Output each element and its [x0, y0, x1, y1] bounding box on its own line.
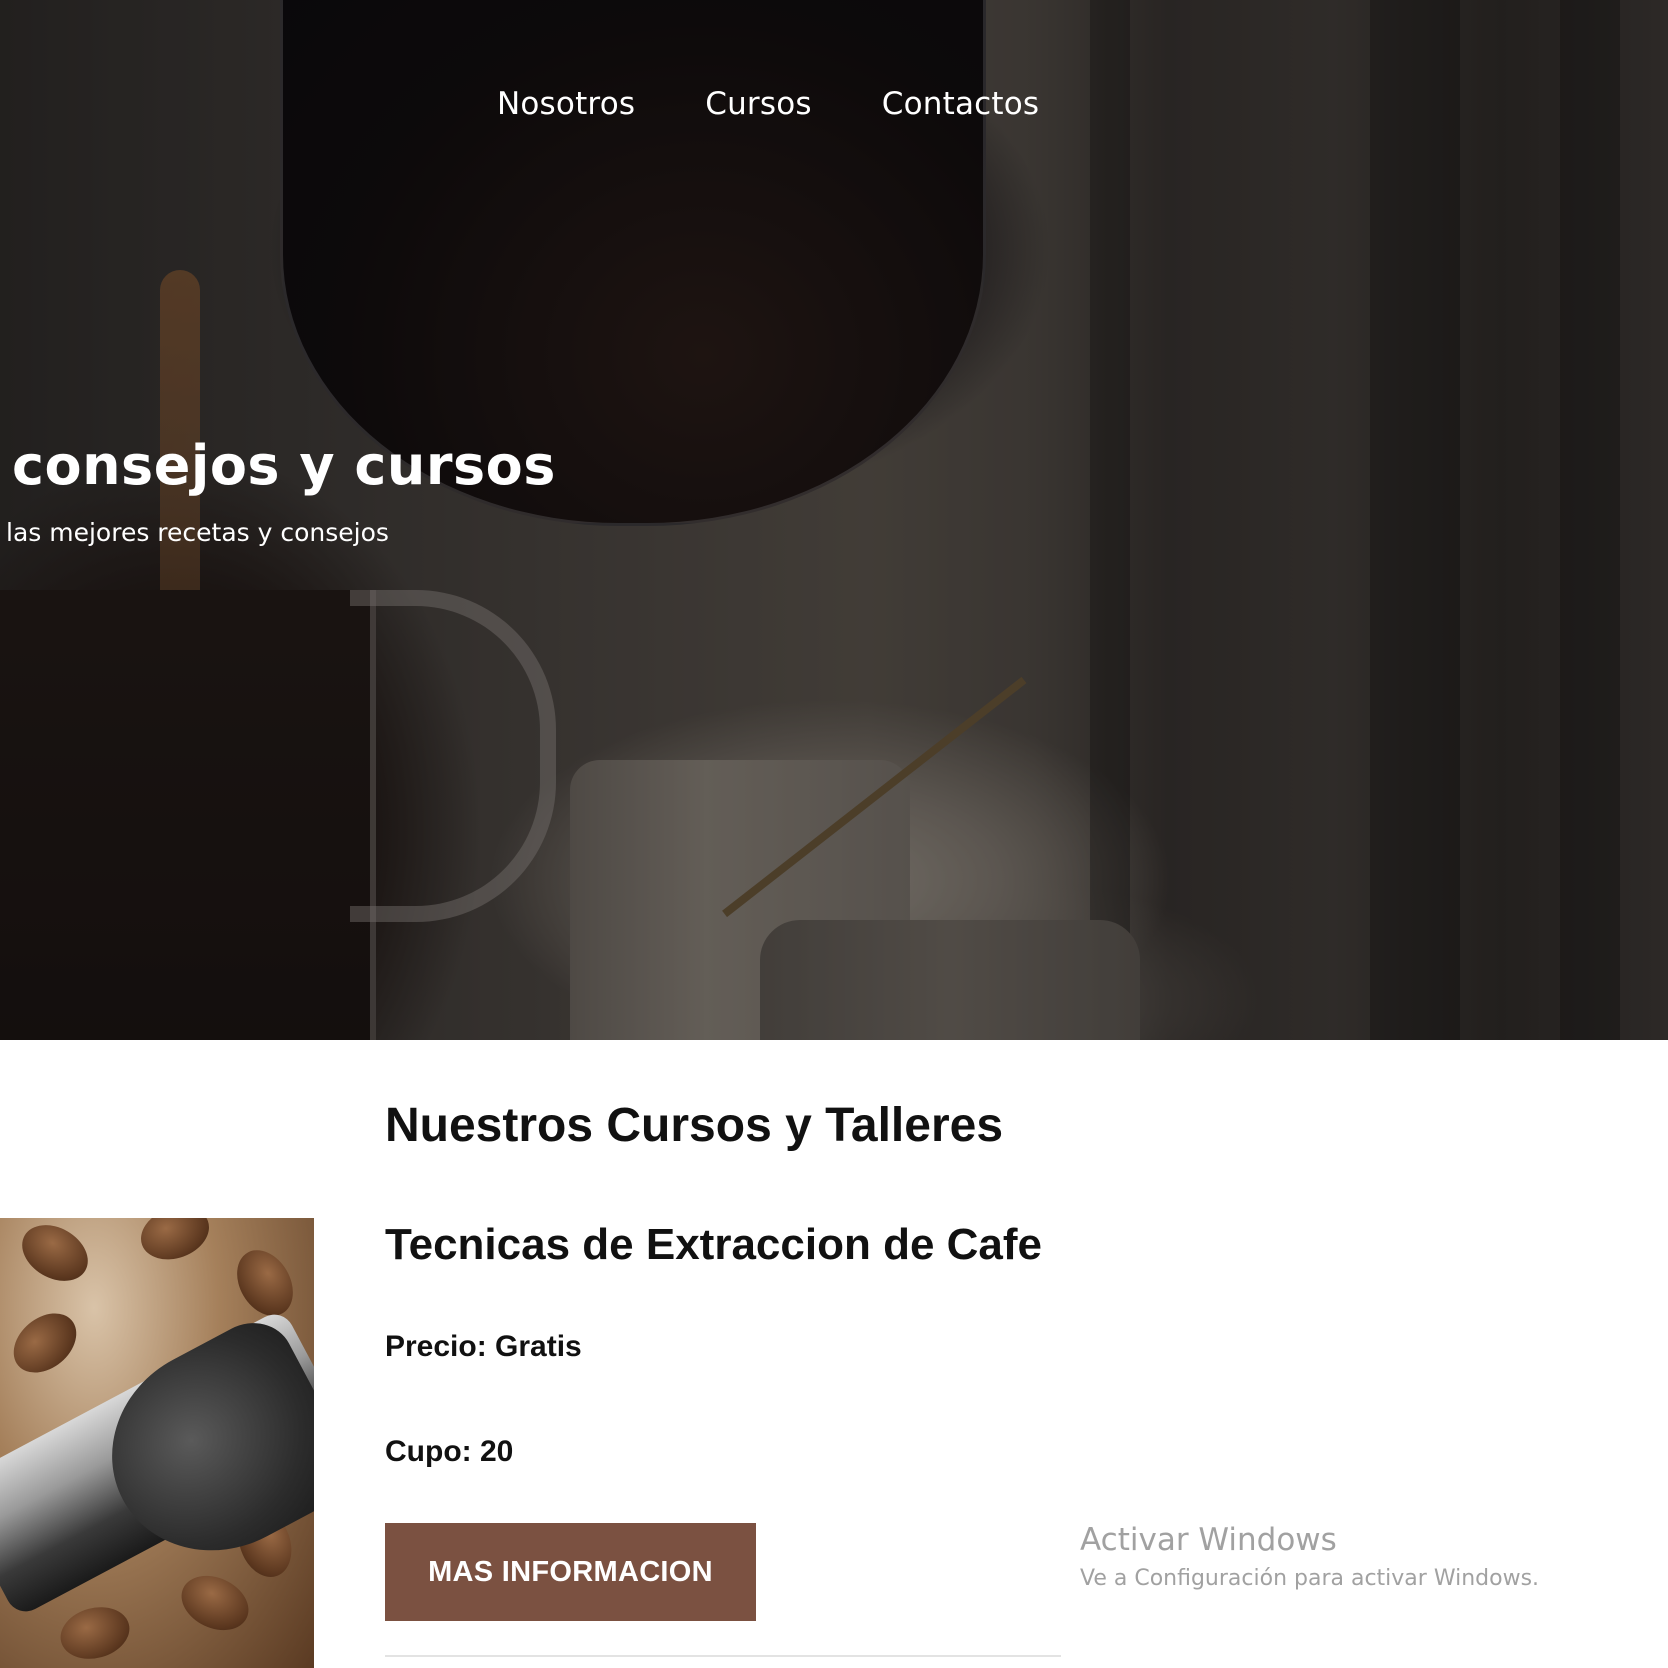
nav-link-contactos[interactable]: Contactos	[882, 86, 1040, 122]
courses-heading: Nuestros Cursos y Talleres	[385, 1099, 1004, 1152]
nav-link-cursos[interactable]: Cursos	[705, 86, 812, 122]
course-price: Precio: Gratis	[385, 1330, 582, 1363]
coffee-bean-image	[172, 1565, 258, 1641]
more-info-button[interactable]: MAS INFORMACION	[385, 1523, 756, 1621]
course-title: Tecnicas de Extraccion de Cafe	[385, 1220, 1043, 1269]
hero-title: consejos y cursos	[12, 434, 556, 497]
activate-windows-title: Activar Windows	[1080, 1522, 1337, 1558]
activate-windows-watermark: Activar Windows Ve a Configuración para …	[1080, 1522, 1539, 1591]
main-nav: Nosotros Cursos Contactos	[497, 86, 1039, 122]
nav-link-nosotros[interactable]: Nosotros	[497, 86, 635, 122]
course-image	[0, 1218, 314, 1668]
hero-banner: Nosotros Cursos Contactos consejos y cur…	[0, 0, 1668, 1040]
course-capacity: Cupo: 20	[385, 1435, 514, 1468]
activate-windows-subtitle: Ve a Configuración para activar Windows.	[1080, 1566, 1540, 1591]
course-divider	[385, 1655, 1061, 1657]
coffee-bean-image	[2, 1301, 88, 1385]
coffee-bean-image	[54, 1599, 136, 1667]
coffee-bean-image	[133, 1218, 217, 1269]
coffee-bean-image	[12, 1218, 98, 1293]
coffee-bean-image	[225, 1240, 305, 1326]
hero-subtitle: las mejores recetas y consejos	[6, 518, 389, 547]
